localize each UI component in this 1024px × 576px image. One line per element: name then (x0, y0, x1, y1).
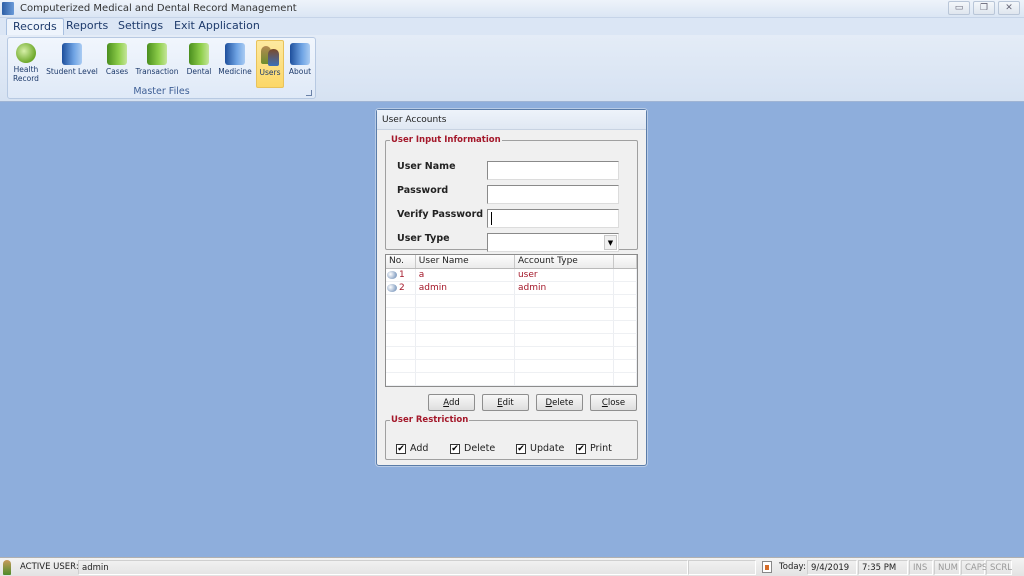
student-level-button[interactable]: Student Level (44, 40, 100, 88)
close-button[interactable]: ✕ (998, 1, 1020, 15)
minimize-icon: ▭ (954, 3, 964, 13)
user-type-select[interactable]: ▼ (487, 233, 619, 252)
users-icon (260, 44, 280, 66)
app-icon (2, 2, 14, 15)
status-panel-empty (688, 560, 756, 575)
ribbon-tabs: Records Reports Settings Exit Applicatio… (0, 18, 1024, 35)
password-label: Password (397, 185, 449, 196)
title-bar: Computerized Medical and Dental Record M… (0, 0, 1024, 18)
close-dialog-button[interactable]: Close (590, 394, 637, 411)
user-type-label: User Type (397, 233, 450, 244)
add-button[interactable]: Add (428, 394, 475, 411)
group-label: Master Files (133, 86, 190, 97)
active-user-label: ACTIVE USER: (20, 562, 79, 572)
search-icon (16, 43, 36, 63)
time-value: 7:35 PM (858, 560, 908, 575)
ribbon-body: Health Record Student Level Cases Transa… (0, 35, 1024, 102)
about-button[interactable]: About (286, 40, 314, 88)
close-icon: ✕ (1005, 3, 1013, 13)
checkbox-checked-icon[interactable]: ✔ (576, 443, 586, 454)
user-input-section: User Input Information User Name Passwor… (385, 135, 638, 252)
checkbox-checked-icon[interactable]: ✔ (516, 443, 526, 454)
password-input[interactable] (487, 185, 619, 204)
record-icon (387, 284, 397, 292)
today-label: Today: (779, 562, 806, 572)
tab-records[interactable]: Records (6, 18, 64, 35)
delete-checkbox[interactable]: ✔ Delete (450, 443, 495, 454)
section-legend: User Input Information (391, 135, 501, 145)
print-checkbox[interactable]: ✔ Print (576, 443, 612, 454)
user-name-label: User Name (397, 161, 456, 172)
restore-icon: ❐ (979, 3, 989, 13)
active-user-value: admin (78, 560, 688, 575)
calendar-icon (762, 561, 772, 573)
table-row[interactable]: 2 admin admin (386, 282, 637, 295)
book-icon (189, 43, 209, 65)
cases-button[interactable]: Cases (102, 40, 132, 88)
tab-exit-application[interactable]: Exit Application (168, 18, 266, 35)
user-accounts-dialog: User Accounts User Input Information Use… (376, 109, 647, 466)
tab-reports[interactable]: Reports (60, 18, 114, 35)
user-restriction-section: User Restriction ✔ Add ✔ Delete ✔ Update ✔ P… (385, 415, 638, 460)
edit-button[interactable]: Edit (482, 394, 529, 411)
scrl-indicator: SCRL (986, 560, 1012, 575)
restore-button[interactable]: ❐ (973, 1, 995, 15)
users-button[interactable]: Users (256, 40, 284, 88)
dialog-launcher-icon[interactable] (306, 90, 312, 96)
column-header-no[interactable]: No. (386, 255, 416, 268)
dental-button[interactable]: Dental (182, 40, 216, 88)
table-row[interactable]: 1 a user (386, 269, 637, 282)
user-name-input[interactable] (487, 161, 619, 180)
caps-indicator: CAPS (961, 560, 987, 575)
master-files-group: Health Record Student Level Cases Transa… (7, 37, 316, 99)
window-title: Computerized Medical and Dental Record M… (20, 3, 297, 14)
book-icon (290, 43, 310, 65)
num-indicator: NUM (934, 560, 960, 575)
user-icon (3, 560, 11, 575)
text-caret (491, 212, 492, 225)
medicine-button[interactable]: Medicine (216, 40, 254, 88)
tab-settings[interactable]: Settings (112, 18, 169, 35)
user-accounts-grid[interactable]: No. User Name Account Type 1 a user 2 ad… (385, 254, 638, 387)
minimize-button[interactable]: ▭ (948, 1, 970, 15)
transaction-button[interactable]: Transaction (134, 40, 180, 88)
update-checkbox[interactable]: ✔ Update (516, 443, 564, 454)
status-bar: ACTIVE USER: admin Today: 9/4/2019 7:35 … (0, 557, 1024, 576)
add-checkbox[interactable]: ✔ Add (396, 443, 428, 454)
book-icon (62, 43, 82, 65)
column-header-account-type[interactable]: Account Type (515, 255, 615, 268)
checkbox-checked-icon[interactable]: ✔ (396, 443, 406, 454)
record-icon (387, 271, 397, 279)
section-legend: User Restriction (391, 415, 469, 425)
verify-password-input[interactable] (487, 209, 619, 228)
column-header-user-name[interactable]: User Name (416, 255, 515, 268)
health-record-button[interactable]: Health Record (10, 40, 42, 88)
book-icon (107, 43, 127, 65)
book-icon (147, 43, 167, 65)
ins-indicator: INS (909, 560, 933, 575)
chevron-down-icon[interactable]: ▼ (604, 235, 617, 250)
dialog-title: User Accounts (377, 110, 646, 130)
column-header-filler (614, 255, 637, 268)
delete-button[interactable]: Delete (536, 394, 583, 411)
book-icon (225, 43, 245, 65)
grid-header: No. User Name Account Type (386, 255, 637, 269)
verify-password-label: Verify Password (397, 209, 484, 220)
date-value: 9/4/2019 (807, 560, 857, 575)
checkbox-checked-icon[interactable]: ✔ (450, 443, 460, 454)
